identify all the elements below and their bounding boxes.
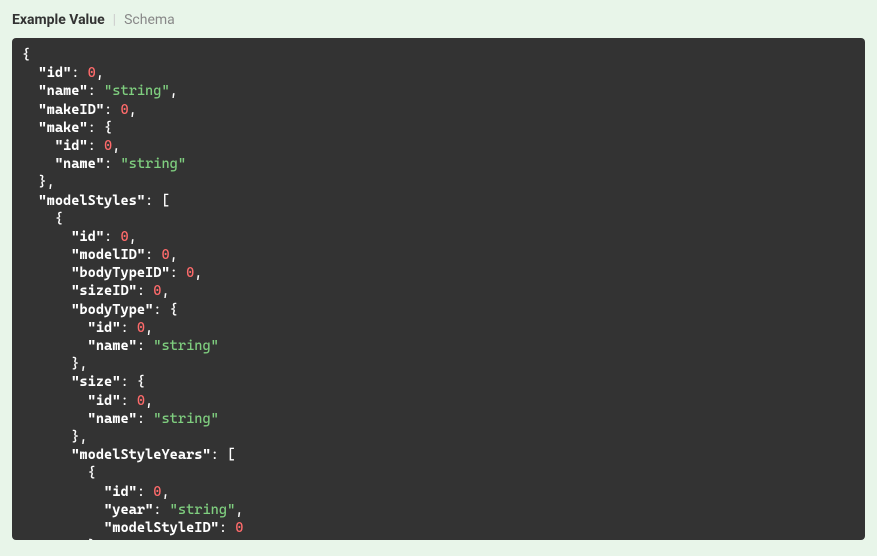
code-block: { "id": 0, "name": "string", "makeID": 0… (12, 38, 865, 540)
tab-schema[interactable]: Schema (124, 12, 175, 28)
tab-divider: | (113, 12, 116, 28)
code-example-container[interactable]: { "id": 0, "name": "string", "makeID": 0… (12, 38, 865, 540)
tab-example-value[interactable]: Example Value (12, 12, 105, 28)
tabs-header: Example Value | Schema (0, 0, 877, 38)
